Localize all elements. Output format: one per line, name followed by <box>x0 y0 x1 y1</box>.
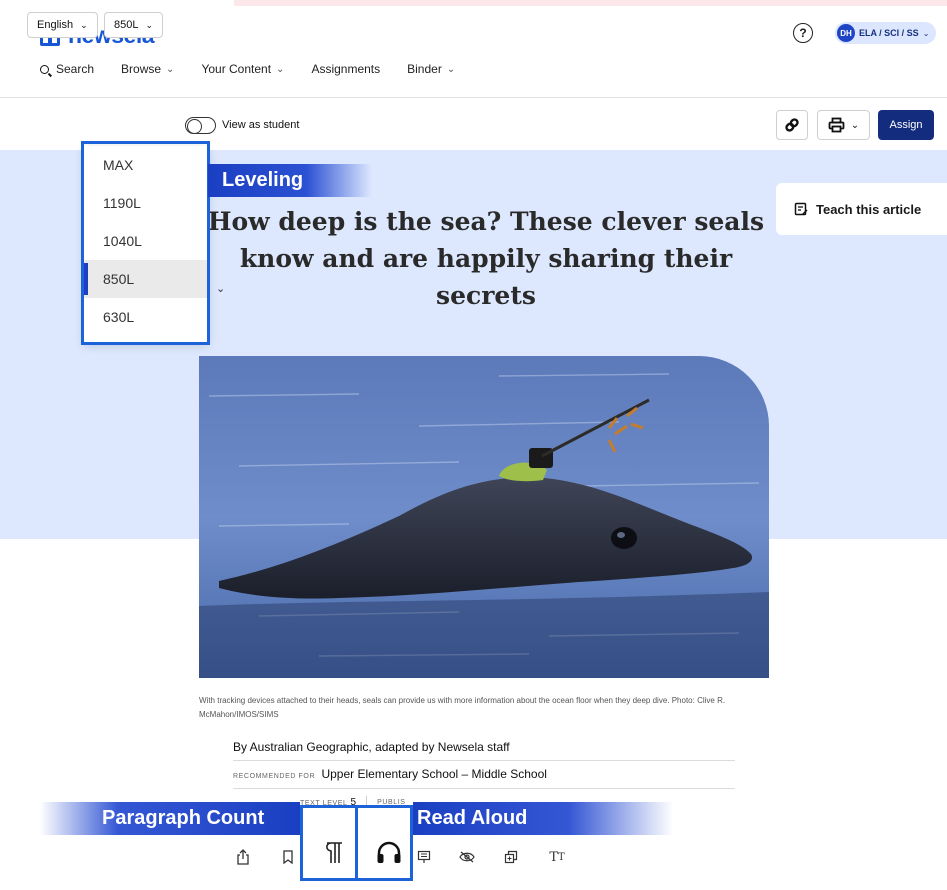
recommended-value: Upper Elementary School – Middle School <box>321 767 547 781</box>
assign-button[interactable]: Assign <box>878 110 934 140</box>
view-as-student-label: View as student <box>222 119 300 131</box>
chevron-down-icon[interactable]: ⌄ <box>216 282 225 295</box>
article-byline: By Australian Geographic, adapted by New… <box>233 740 510 754</box>
read-aloud-callout: Read Aloud <box>413 802 673 835</box>
link-icon <box>785 118 799 132</box>
divider <box>233 788 735 789</box>
seal-photo-illustration <box>199 356 769 678</box>
nav-browse-label: Browse <box>121 62 162 76</box>
nav-browse[interactable]: Browse ⌄ <box>121 62 174 76</box>
level-value: 850L <box>114 19 139 31</box>
nav-search-label: Search <box>56 62 95 76</box>
chevron-down-icon: ⌄ <box>922 28 930 38</box>
article-photo <box>199 356 769 678</box>
paragraph-count-icon[interactable] <box>315 838 353 868</box>
eye-off-icon[interactable] <box>456 846 478 868</box>
printer-icon <box>828 117 845 133</box>
chevron-down-icon: ⌄ <box>850 119 860 131</box>
bookmark-icon[interactable] <box>277 846 299 868</box>
level-option-1190l[interactable]: 1190L <box>84 184 208 222</box>
nav-your-content[interactable]: Your Content ⌄ <box>201 62 284 76</box>
paragraph-count-callout: Paragraph Count <box>40 802 300 835</box>
article-meta-row: TEXT LEVEL 5 PUBLIS <box>300 796 406 808</box>
chevron-down-icon: ⌄ <box>145 19 154 30</box>
text-level-label: TEXT LEVEL <box>300 799 348 807</box>
photo-caption: With tracking devices attached to their … <box>199 696 726 719</box>
meta-separator <box>366 796 368 808</box>
teach-label: Teach this article <box>816 201 922 217</box>
link-button[interactable] <box>776 110 808 140</box>
chevron-down-icon: ⌄ <box>446 63 456 75</box>
recommended-prefix: RECOMMENDED FOR <box>233 773 316 780</box>
chevron-down-icon: ⌄ <box>80 19 88 30</box>
nav-assignments-label: Assignments <box>311 62 381 76</box>
chevron-down-icon: ⌄ <box>276 63 285 75</box>
article-title: How deep is the sea? These clever seals … <box>207 207 765 310</box>
nav-assignments[interactable]: Assignments <box>311 62 380 76</box>
level-select[interactable]: 850L ⌄ <box>104 12 164 38</box>
text-level: TEXT LEVEL 5 <box>300 797 356 808</box>
nav-binder[interactable]: Binder ⌄ <box>407 62 455 76</box>
teach-this-article-button[interactable]: Teach this article <box>776 183 947 235</box>
level-dropdown-menu: MAX 1190L 1040L 850L 630L <box>84 146 208 342</box>
level-option-1040l[interactable]: 1040L <box>84 222 208 260</box>
recommended-for: RECOMMENDED FOR Upper Elementary School … <box>233 767 547 781</box>
main-nav: Search Browse ⌄ Your Content ⌄ Assignmen… <box>40 62 482 76</box>
leveling-callout: Leveling <box>208 164 372 197</box>
avatar: DH <box>837 24 855 42</box>
level-option-850l[interactable]: 850L <box>84 260 208 298</box>
text-level-value: 5 <box>350 796 357 808</box>
presentation-icon[interactable] <box>413 846 435 868</box>
nav-binder-label: Binder <box>407 62 442 76</box>
chevron-down-icon: ⌄ <box>166 63 175 75</box>
level-option-630l[interactable]: 630L <box>84 298 208 336</box>
view-as-student-toggle[interactable] <box>185 117 216 134</box>
teach-icon <box>794 202 808 216</box>
copy-add-icon[interactable] <box>500 846 522 868</box>
article-tools: TT <box>232 841 577 870</box>
share-icon[interactable] <box>232 846 254 868</box>
published-label: PUBLIS <box>377 798 406 806</box>
text-size-icon[interactable]: TT <box>546 846 568 868</box>
search-icon <box>40 64 49 74</box>
user-subjects-label: ELA / SCI / SS <box>859 28 919 38</box>
divider <box>233 760 735 761</box>
language-value: English <box>37 19 74 31</box>
nav-search[interactable]: Search <box>40 62 94 76</box>
nav-your-content-label: Your Content <box>201 62 272 76</box>
language-select[interactable]: English ⌄ <box>27 12 98 38</box>
user-menu-button[interactable]: DH ELA / SCI / SS ⌄ <box>835 22 936 44</box>
print-menu-button[interactable]: ⌄ <box>817 110 870 140</box>
headphones-icon[interactable] <box>370 838 408 868</box>
level-option-max[interactable]: MAX <box>84 146 208 184</box>
help-icon[interactable]: ? <box>793 23 813 43</box>
